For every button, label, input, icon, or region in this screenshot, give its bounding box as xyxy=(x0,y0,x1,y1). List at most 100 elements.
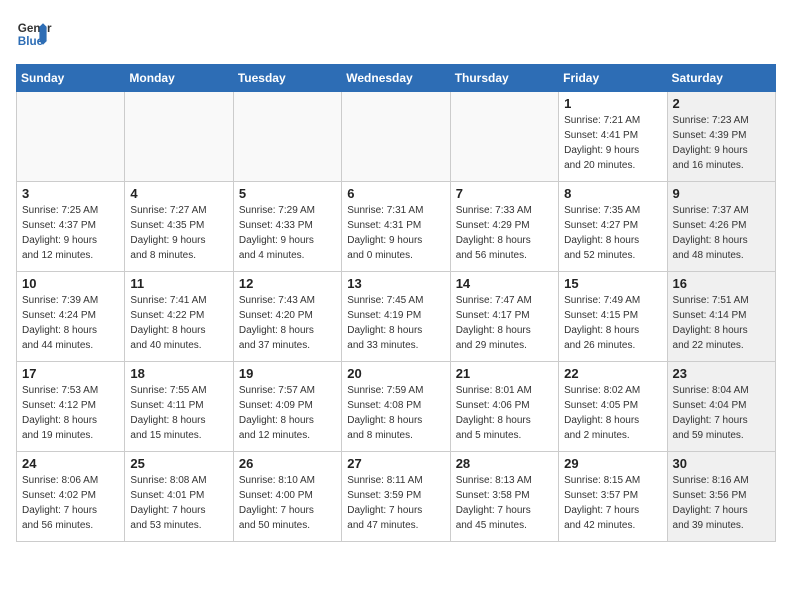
svg-text:General: General xyxy=(18,22,52,35)
day-number: 23 xyxy=(673,366,770,381)
calendar-cell: 13 Sunrise: 7:45 AM Sunset: 4:19 PM Dayli… xyxy=(342,272,450,362)
day-info: Sunrise: 8:06 AM Sunset: 4:02 PM Dayligh… xyxy=(22,473,119,533)
day-info: Sunrise: 7:41 AM Sunset: 4:22 PM Dayligh… xyxy=(130,293,227,353)
day-number: 19 xyxy=(239,366,336,381)
calendar-cell xyxy=(125,92,233,182)
calendar-table: SundayMondayTuesdayWednesdayThursdayFrid… xyxy=(16,64,776,542)
day-number: 17 xyxy=(22,366,119,381)
day-number: 27 xyxy=(347,456,444,471)
day-number: 8 xyxy=(564,186,661,201)
day-number: 16 xyxy=(673,276,770,291)
day-number: 20 xyxy=(347,366,444,381)
day-number: 18 xyxy=(130,366,227,381)
calendar-cell: 1 Sunrise: 7:21 AM Sunset: 4:41 PM Daylig… xyxy=(559,92,667,182)
calendar-cell: 17 Sunrise: 7:53 AM Sunset: 4:12 PM Dayli… xyxy=(17,362,125,452)
calendar-cell: 18 Sunrise: 7:55 AM Sunset: 4:11 PM Dayli… xyxy=(125,362,233,452)
calendar-cell: 16Sunrise: 7:51 AM Sunset: 4:14 PM Dayli… xyxy=(667,272,775,362)
calendar-cell: 24 Sunrise: 8:06 AM Sunset: 4:02 PM Dayli… xyxy=(17,452,125,542)
day-info: Sunrise: 8:15 AM Sunset: 3:57 PM Dayligh… xyxy=(564,473,661,533)
day-info: Sunrise: 7:23 AM Sunset: 4:39 PM Dayligh… xyxy=(673,113,770,173)
day-number: 6 xyxy=(347,186,444,201)
calendar-cell: 5 Sunrise: 7:29 AM Sunset: 4:33 PM Daylig… xyxy=(233,182,341,272)
day-number: 4 xyxy=(130,186,227,201)
day-number: 5 xyxy=(239,186,336,201)
calendar-cell: 22 Sunrise: 8:02 AM Sunset: 4:05 PM Dayli… xyxy=(559,362,667,452)
weekday-header-friday: Friday xyxy=(559,65,667,92)
day-number: 1 xyxy=(564,96,661,111)
day-info: Sunrise: 7:33 AM Sunset: 4:29 PM Dayligh… xyxy=(456,203,553,263)
day-number: 7 xyxy=(456,186,553,201)
calendar-cell: 4 Sunrise: 7:27 AM Sunset: 4:35 PM Daylig… xyxy=(125,182,233,272)
logo-icon: General Blue xyxy=(16,16,52,52)
day-number: 14 xyxy=(456,276,553,291)
calendar-cell: 30 Sunrise: 8:16 AM Sunset: 3:56 PM Dayli… xyxy=(667,452,775,542)
day-number: 26 xyxy=(239,456,336,471)
calendar-cell: 9 Sunrise: 7:37 AM Sunset: 4:26 PM Daylig… xyxy=(667,182,775,272)
calendar-cell xyxy=(450,92,558,182)
calendar-cell: 3 Sunrise: 7:25 AM Sunset: 4:37 PM Daylig… xyxy=(17,182,125,272)
day-info: Sunrise: 7:31 AM Sunset: 4:31 PM Dayligh… xyxy=(347,203,444,263)
day-info: Sunrise: 7:59 AM Sunset: 4:08 PM Dayligh… xyxy=(347,383,444,443)
calendar-cell: 29 Sunrise: 8:15 AM Sunset: 3:57 PM Dayli… xyxy=(559,452,667,542)
day-number: 13 xyxy=(347,276,444,291)
day-info: Sunrise: 7:47 AM Sunset: 4:17 PM Dayligh… xyxy=(456,293,553,353)
day-number: 24 xyxy=(22,456,119,471)
day-number: 30 xyxy=(673,456,770,471)
weekday-header-tuesday: Tuesday xyxy=(233,65,341,92)
calendar-cell: 19 Sunrise: 7:57 AM Sunset: 4:09 PM Dayli… xyxy=(233,362,341,452)
day-number: 2 xyxy=(673,96,770,111)
day-info: Sunrise: 7:57 AM Sunset: 4:09 PM Dayligh… xyxy=(239,383,336,443)
day-info: Sunrise: 8:04 AM Sunset: 4:04 PM Dayligh… xyxy=(673,383,770,443)
day-info: Sunrise: 7:45 AM Sunset: 4:19 PM Dayligh… xyxy=(347,293,444,353)
calendar-cell: 20 Sunrise: 7:59 AM Sunset: 4:08 PM Dayli… xyxy=(342,362,450,452)
calendar-cell: 28Sunrise: 8:13 AM Sunset: 3:58 PM Dayli… xyxy=(450,452,558,542)
day-info: Sunrise: 7:35 AM Sunset: 4:27 PM Dayligh… xyxy=(564,203,661,263)
day-info: Sunrise: 8:11 AM Sunset: 3:59 PM Dayligh… xyxy=(347,473,444,533)
calendar-cell: 21 Sunrise: 8:01 AM Sunset: 4:06 PM Dayli… xyxy=(450,362,558,452)
weekday-header-saturday: Saturday xyxy=(667,65,775,92)
weekday-header-wednesday: Wednesday xyxy=(342,65,450,92)
day-number: 25 xyxy=(130,456,227,471)
calendar-cell xyxy=(17,92,125,182)
day-info: Sunrise: 8:02 AM Sunset: 4:05 PM Dayligh… xyxy=(564,383,661,443)
calendar-cell: 7 Sunrise: 7:33 AM Sunset: 4:29 PM Daylig… xyxy=(450,182,558,272)
day-info: Sunrise: 8:16 AM Sunset: 3:56 PM Dayligh… xyxy=(673,473,770,533)
calendar-cell: 2 Sunrise: 7:23 AM Sunset: 4:39 PM Daylig… xyxy=(667,92,775,182)
day-info: Sunrise: 7:27 AM Sunset: 4:35 PM Dayligh… xyxy=(130,203,227,263)
day-number: 9 xyxy=(673,186,770,201)
day-info: Sunrise: 7:49 AM Sunset: 4:15 PM Dayligh… xyxy=(564,293,661,353)
day-info: Sunrise: 7:25 AM Sunset: 4:37 PM Dayligh… xyxy=(22,203,119,263)
day-number: 29 xyxy=(564,456,661,471)
day-info: Sunrise: 8:13 AM Sunset: 3:58 PM Dayligh… xyxy=(456,473,553,533)
day-info: Sunrise: 7:21 AM Sunset: 4:41 PM Dayligh… xyxy=(564,113,661,173)
day-info: Sunrise: 7:37 AM Sunset: 4:26 PM Dayligh… xyxy=(673,203,770,263)
calendar-cell: 25 Sunrise: 8:08 AM Sunset: 4:01 PM Dayli… xyxy=(125,452,233,542)
day-info: Sunrise: 8:08 AM Sunset: 4:01 PM Dayligh… xyxy=(130,473,227,533)
calendar-cell: 27 Sunrise: 8:11 AM Sunset: 3:59 PM Dayli… xyxy=(342,452,450,542)
calendar-cell: 15 Sunrise: 7:49 AM Sunset: 4:15 PM Dayli… xyxy=(559,272,667,362)
day-info: Sunrise: 7:43 AM Sunset: 4:20 PM Dayligh… xyxy=(239,293,336,353)
day-info: Sunrise: 8:10 AM Sunset: 4:00 PM Dayligh… xyxy=(239,473,336,533)
day-info: Sunrise: 8:01 AM Sunset: 4:06 PM Dayligh… xyxy=(456,383,553,443)
logo: General Blue xyxy=(16,16,52,52)
day-number: 11 xyxy=(130,276,227,291)
day-info: Sunrise: 7:53 AM Sunset: 4:12 PM Dayligh… xyxy=(22,383,119,443)
page-header: General Blue xyxy=(16,16,776,52)
day-info: Sunrise: 7:39 AM Sunset: 4:24 PM Dayligh… xyxy=(22,293,119,353)
calendar-cell: 11 Sunrise: 7:41 AM Sunset: 4:22 PM Dayli… xyxy=(125,272,233,362)
day-info: Sunrise: 7:55 AM Sunset: 4:11 PM Dayligh… xyxy=(130,383,227,443)
day-number: 21 xyxy=(456,366,553,381)
calendar-cell xyxy=(233,92,341,182)
day-info: Sunrise: 7:29 AM Sunset: 4:33 PM Dayligh… xyxy=(239,203,336,263)
calendar-cell: 6 Sunrise: 7:31 AM Sunset: 4:31 PM Daylig… xyxy=(342,182,450,272)
day-number: 15 xyxy=(564,276,661,291)
calendar-cell: 8 Sunrise: 7:35 AM Sunset: 4:27 PM Daylig… xyxy=(559,182,667,272)
day-number: 22 xyxy=(564,366,661,381)
day-number: 3 xyxy=(22,186,119,201)
day-number: 12 xyxy=(239,276,336,291)
calendar-cell: 12 Sunrise: 7:43 AM Sunset: 4:20 PM Dayli… xyxy=(233,272,341,362)
calendar-cell: 14 Sunrise: 7:47 AM Sunset: 4:17 PM Dayli… xyxy=(450,272,558,362)
day-number: 10 xyxy=(22,276,119,291)
calendar-cell: 23 Sunrise: 8:04 AM Sunset: 4:04 PM Dayli… xyxy=(667,362,775,452)
calendar-cell xyxy=(342,92,450,182)
